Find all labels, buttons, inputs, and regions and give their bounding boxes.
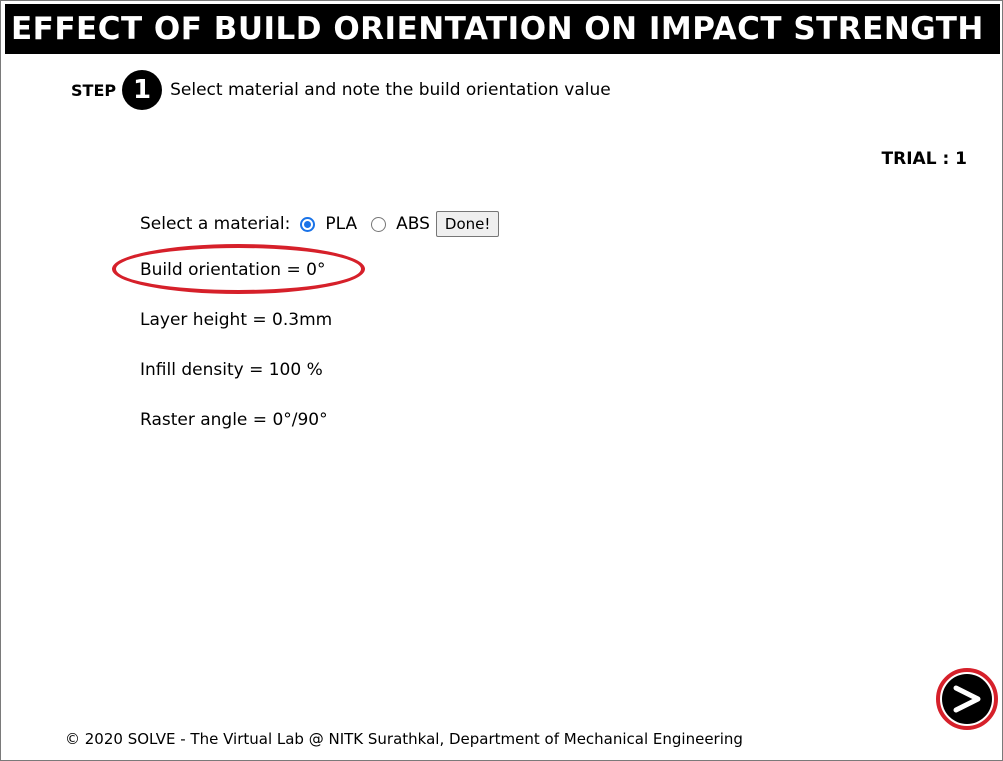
done-button[interactable]: Done!: [435, 211, 500, 237]
infill-density-value: Infill density = 100 %: [140, 360, 323, 380]
radio-pla-label[interactable]: PLA: [325, 214, 357, 234]
radio-pla[interactable]: [300, 216, 316, 232]
step-label: STEP: [71, 80, 117, 100]
step-header: STEP 1 Select material and note the buil…: [71, 70, 611, 110]
app-frame: EFFECT OF BUILD ORIENTATION ON IMPACT ST…: [0, 0, 1003, 761]
page-title: EFFECT OF BUILD ORIENTATION ON IMPACT ST…: [5, 4, 1000, 54]
radio-abs-label[interactable]: ABS: [396, 214, 430, 234]
material-label: Select a material:: [140, 214, 291, 234]
raster-angle-value: Raster angle = 0°/90°: [140, 410, 328, 430]
layer-height-value: Layer height = 0.3mm: [140, 310, 333, 330]
build-orientation-value: Build orientation = 0°: [140, 260, 326, 280]
footer-copyright: © 2020 SOLVE - The Virtual Lab @ NITK Su…: [65, 730, 743, 748]
material-selector: Select a material: PLA ABS Done!: [140, 209, 500, 239]
next-button[interactable]: [936, 668, 998, 730]
step-instruction: Select material and note the build orien…: [170, 80, 611, 100]
trial-indicator: TRIAL : 1: [881, 149, 967, 169]
step-number-badge: 1: [122, 70, 163, 110]
next-arrow-icon: [942, 674, 992, 724]
radio-abs[interactable]: [371, 216, 387, 232]
